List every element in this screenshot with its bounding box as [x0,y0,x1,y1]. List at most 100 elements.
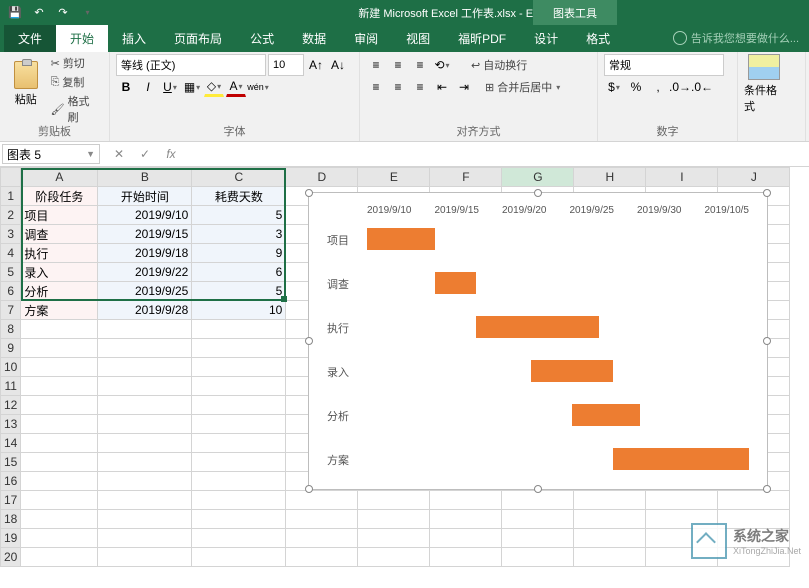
cell-D18[interactable] [286,510,358,529]
enter-formula-icon[interactable]: ✓ [134,147,156,161]
col-header-J[interactable]: J [718,168,790,187]
cell-B4[interactable]: 2019/9/18 [98,244,192,263]
row-header-10[interactable]: 10 [1,358,21,377]
cell-B15[interactable] [98,453,192,472]
cell-E20[interactable] [358,548,430,567]
redo-icon[interactable]: ↷ [52,3,74,23]
tab-file[interactable]: 文件 [4,25,56,52]
format-painter-button[interactable]: 🖌格式刷 [48,92,103,126]
col-header-G[interactable]: G [502,168,574,187]
cell-A19[interactable] [21,529,98,548]
cell-C12[interactable] [192,396,286,415]
align-right-icon[interactable]: ≡ [410,77,430,97]
cell-H20[interactable] [574,548,646,567]
row-header-18[interactable]: 18 [1,510,21,529]
wrap-text-button[interactable]: ↩自动换行 [468,56,530,74]
cell-A6[interactable]: 分析 [21,282,98,301]
cell-B3[interactable]: 2019/9/15 [98,225,192,244]
merge-center-button[interactable]: ⊞合并后居中 [482,78,563,96]
cell-B5[interactable]: 2019/9/22 [98,263,192,282]
cell-J17[interactable] [718,491,790,510]
fill-color-button[interactable]: ◇ [204,77,224,97]
number-format-select[interactable] [604,54,724,76]
increase-indent-icon[interactable]: ⇥ [454,77,474,97]
save-icon[interactable]: 💾 [4,3,26,23]
cell-A2[interactable]: 项目 [21,206,98,225]
cell-A1[interactable]: 阶段任务 [21,187,98,206]
accounting-format-icon[interactable]: $ [604,77,624,97]
row-header-16[interactable]: 16 [1,472,21,491]
cell-C4[interactable]: 9 [192,244,286,263]
cell-B1[interactable]: 开始时间 [98,187,192,206]
row-header-12[interactable]: 12 [1,396,21,415]
cell-C6[interactable]: 5 [192,282,286,301]
align-center-icon[interactable]: ≡ [388,77,408,97]
tab-page-layout[interactable]: 页面布局 [160,25,236,52]
cell-A16[interactable] [21,472,98,491]
underline-button[interactable]: U [160,77,180,97]
comma-format-icon[interactable]: , [648,77,668,97]
row-header-7[interactable]: 7 [1,301,21,320]
cell-C18[interactable] [192,510,286,529]
tab-chart-format[interactable]: 格式 [572,25,624,52]
cell-C14[interactable] [192,434,286,453]
align-bottom-icon[interactable]: ≡ [410,55,430,75]
decrease-decimal-icon[interactable]: .0← [692,77,712,97]
cell-D19[interactable] [286,529,358,548]
cell-C8[interactable] [192,320,286,339]
cancel-formula-icon[interactable]: ✕ [108,147,130,161]
row-header-11[interactable]: 11 [1,377,21,396]
row-header-19[interactable]: 19 [1,529,21,548]
chart-object[interactable]: 2019/9/102019/9/152019/9/202019/9/252019… [308,192,768,490]
cell-B18[interactable] [98,510,192,529]
col-header-E[interactable]: E [358,168,430,187]
cell-G18[interactable] [502,510,574,529]
cell-I17[interactable] [646,491,718,510]
cell-D17[interactable] [286,491,358,510]
cell-A7[interactable]: 方案 [21,301,98,320]
align-left-icon[interactable]: ≡ [366,77,386,97]
name-box[interactable]: 图表 5 ▼ [2,144,100,164]
tab-insert[interactable]: 插入 [108,25,160,52]
conditional-formatting-button[interactable]: 条件格式 [744,54,784,114]
row-header-17[interactable]: 17 [1,491,21,510]
cell-H18[interactable] [574,510,646,529]
tab-formulas[interactable]: 公式 [236,25,288,52]
cell-F20[interactable] [430,548,502,567]
cell-A15[interactable] [21,453,98,472]
row-header-8[interactable]: 8 [1,320,21,339]
cell-A10[interactable] [21,358,98,377]
percent-format-icon[interactable]: % [626,77,646,97]
decrease-font-icon[interactable]: A↓ [328,55,348,75]
cell-E19[interactable] [358,529,430,548]
tell-me-search[interactable]: 告诉我您想要做什么... [673,30,799,46]
cell-B14[interactable] [98,434,192,453]
cell-A11[interactable] [21,377,98,396]
row-header-15[interactable]: 15 [1,453,21,472]
row-header-3[interactable]: 3 [1,225,21,244]
increase-font-icon[interactable]: A↑ [306,55,326,75]
font-size-select[interactable] [268,54,304,76]
select-all-corner[interactable] [1,168,21,187]
fx-icon[interactable]: fx [160,147,182,161]
cell-A8[interactable] [21,320,98,339]
gantt-bar[interactable] [367,228,435,250]
col-header-A[interactable]: A [21,168,98,187]
cell-D20[interactable] [286,548,358,567]
cell-B16[interactable] [98,472,192,491]
tab-data[interactable]: 数据 [288,25,340,52]
phonetic-button[interactable]: wén [248,77,268,97]
row-header-20[interactable]: 20 [1,548,21,567]
col-header-B[interactable]: B [98,168,192,187]
cell-G17[interactable] [502,491,574,510]
cell-A14[interactable] [21,434,98,453]
cell-B19[interactable] [98,529,192,548]
border-button[interactable]: ▦ [182,77,202,97]
qat-customize-icon[interactable] [76,3,98,23]
tab-home[interactable]: 开始 [56,25,108,52]
cell-C13[interactable] [192,415,286,434]
row-header-5[interactable]: 5 [1,263,21,282]
col-header-F[interactable]: F [430,168,502,187]
row-header-1[interactable]: 1 [1,187,21,206]
cell-B2[interactable]: 2019/9/10 [98,206,192,225]
